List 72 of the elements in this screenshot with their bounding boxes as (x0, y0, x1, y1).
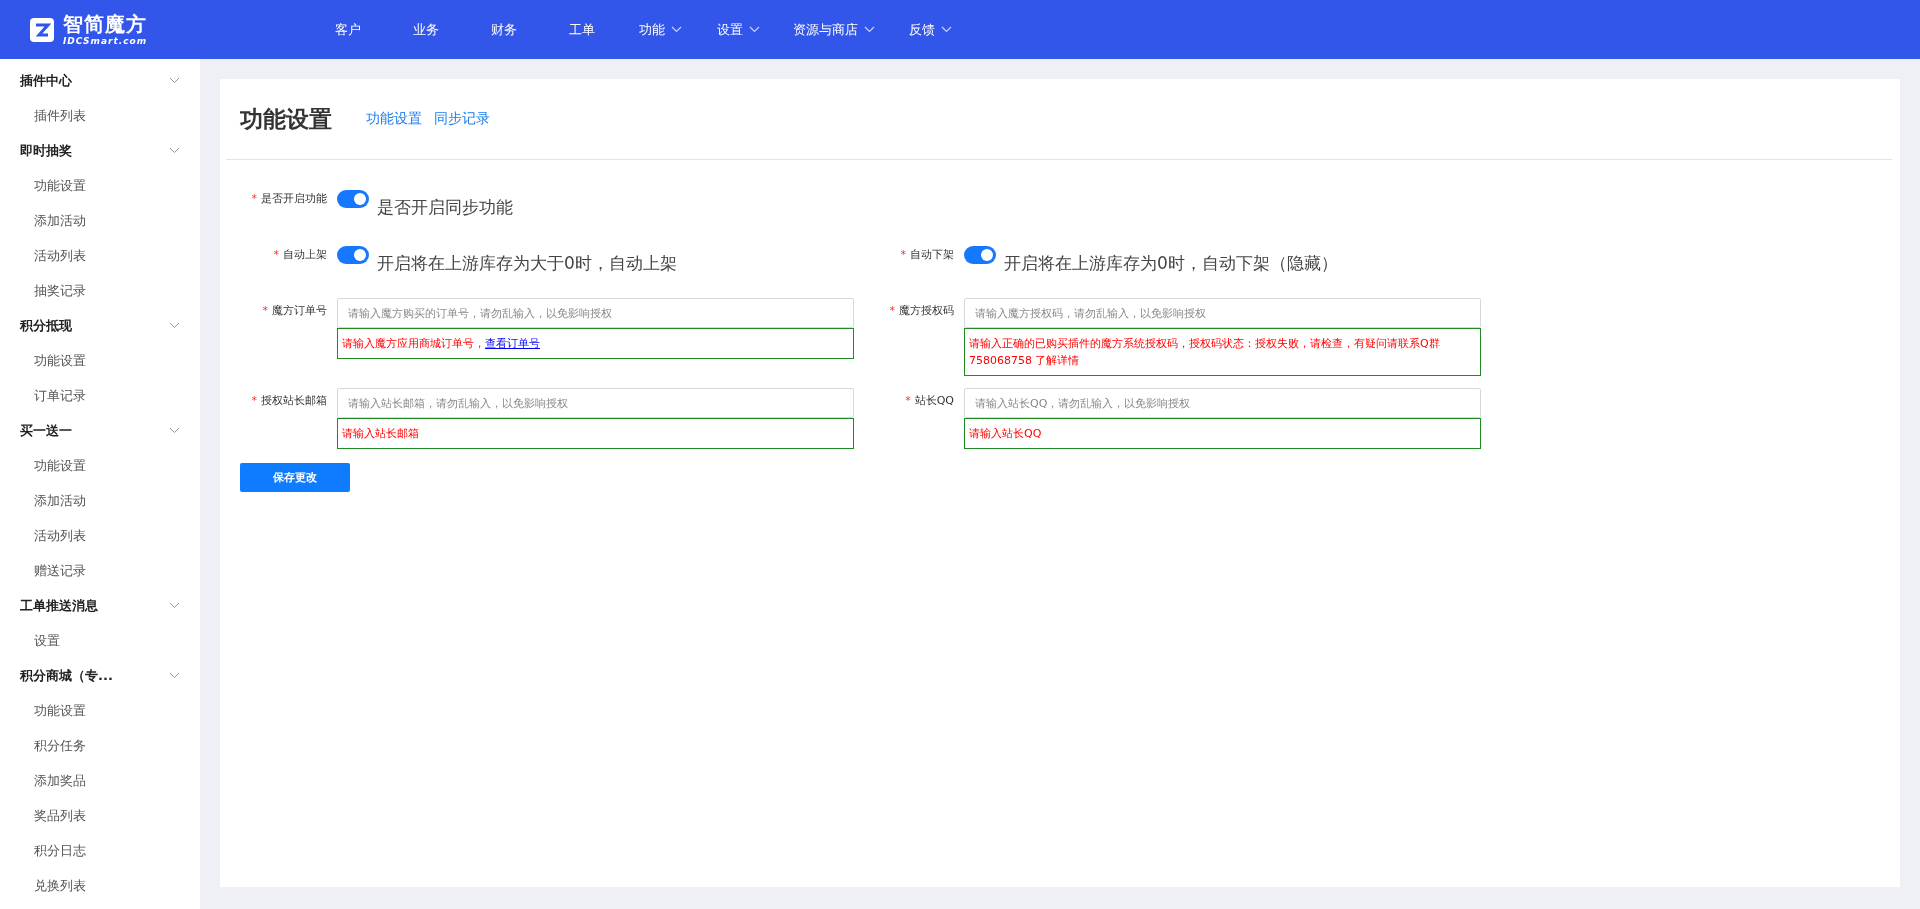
sidebar-item[interactable]: 添加奖品 (0, 763, 200, 798)
toggle-switch[interactable] (964, 246, 996, 264)
nav-menu-item[interactable]: 设置 (699, 20, 777, 39)
field-label: 授权站长邮箱 (261, 394, 327, 407)
sidebar-item[interactable]: 活动列表 (0, 238, 200, 273)
sidebar-item[interactable]: 插件列表 (0, 98, 200, 133)
validation-hint: 请输入正确的已购买插件的魔方系统授权码，授权码状态：授权失败，请检查，有疑问请联系Q群758068758 了解详情 (964, 328, 1481, 376)
validation-hint: 请输入站长QQ (964, 418, 1481, 449)
sidebar-group-header[interactable]: 工单推送消息 (0, 588, 200, 623)
sidebar-group-header[interactable]: 积分抵现 (0, 308, 200, 343)
sidebar-item[interactable]: 添加活动 (0, 203, 200, 238)
sidebar-item[interactable]: 活动列表 (0, 518, 200, 553)
sidebar-item[interactable]: 订单记录 (0, 378, 200, 413)
required-mark: * (251, 192, 257, 205)
page-title: 功能设置 (240, 104, 332, 134)
sidebar-group-header[interactable]: 即时抽奖 (0, 133, 200, 168)
nav-menu-item[interactable]: 业务 (387, 20, 465, 39)
tab-link[interactable]: 功能设置 (366, 110, 422, 128)
field-label: 魔方授权码 (899, 304, 954, 317)
toggle-switch[interactable] (337, 246, 369, 264)
sidebar-item[interactable]: 设置 (0, 623, 200, 658)
save-button[interactable]: 保存更改 (240, 463, 350, 492)
sidebar-item[interactable]: 添加活动 (0, 483, 200, 518)
field-label: 自动下架 (910, 248, 954, 261)
toggle-switch[interactable] (337, 190, 369, 208)
required-mark: * (251, 394, 257, 407)
sidebar-group-header[interactable]: 买一送一 (0, 413, 200, 448)
nav-menu-item[interactable]: 财务 (465, 20, 543, 39)
nav-menu-item[interactable]: 反馈 (891, 20, 969, 39)
sidebar-item[interactable]: 赠送记录 (0, 553, 200, 588)
required-mark: * (262, 304, 268, 317)
validation-hint: 请输入站长邮箱 (337, 418, 854, 449)
logo-icon (29, 16, 55, 43)
field-label: 自动上架 (283, 248, 327, 261)
sidebar-item[interactable]: 奖品列表 (0, 798, 200, 833)
sidebar-group-header[interactable]: 插件中心 (0, 63, 200, 98)
sidebar-item[interactable]: 功能设置 (0, 448, 200, 483)
input-field[interactable]: 请输入站长QQ，请勿乱输入，以免影响授权 (964, 388, 1481, 418)
toggle-description: 是否开启同步功能 (377, 196, 513, 219)
sidebar-item[interactable]: 功能设置 (0, 693, 200, 728)
input-field[interactable]: 请输入魔方购买的订单号，请勿乱输入，以免影响授权 (337, 298, 854, 328)
chevron-down-icon (748, 26, 760, 33)
chevron-down-icon (940, 26, 952, 33)
nav-menu-item[interactable]: 客户 (309, 20, 387, 39)
tab-link[interactable]: 同步记录 (434, 110, 490, 128)
sidebar-item[interactable]: 积分日志 (0, 833, 200, 868)
sidebar-item[interactable]: 兑换列表 (0, 868, 200, 903)
validation-hint: 请输入魔方应用商城订单号，查看订单号 (337, 328, 854, 359)
field-label: 魔方订单号 (272, 304, 327, 317)
required-mark: * (900, 248, 906, 261)
required-mark: * (273, 248, 279, 261)
chevron-down-icon (670, 26, 682, 33)
required-mark: * (889, 304, 895, 317)
hint-link[interactable]: 查看订单号 (485, 337, 540, 350)
nav-menu-item[interactable]: 功能 (621, 20, 699, 39)
sidebar-group-header[interactable]: 积分商城（专... (0, 658, 200, 693)
chevron-down-icon (864, 26, 875, 33)
nav-menu-item[interactable]: 资源与商店 (777, 20, 891, 39)
field-label: 站长QQ (914, 394, 954, 407)
sidebar-item[interactable]: 功能设置 (0, 343, 200, 378)
toggle-description: 开启将在上游库存为大于0时，自动上架 (377, 252, 677, 275)
logo-subtitle: IDCSmart.com (63, 36, 148, 46)
sidebar-item[interactable]: 抽奖记录 (0, 273, 200, 308)
input-field[interactable]: 请输入魔方授权码，请勿乱输入，以免影响授权 (964, 298, 1481, 328)
sidebar-item[interactable]: 功能设置 (0, 168, 200, 203)
logo-title: 智简魔方 (63, 13, 148, 34)
field-label: 是否开启功能 (261, 192, 327, 205)
nav-menu-item[interactable]: 工单 (543, 20, 621, 39)
sidebar-item[interactable]: 积分任务 (0, 728, 200, 763)
toggle-description: 开启将在上游库存为0时，自动下架（隐藏） (1004, 252, 1338, 275)
input-field[interactable]: 请输入站长邮箱，请勿乱输入，以免影响授权 (337, 388, 854, 418)
required-mark: * (905, 394, 911, 407)
